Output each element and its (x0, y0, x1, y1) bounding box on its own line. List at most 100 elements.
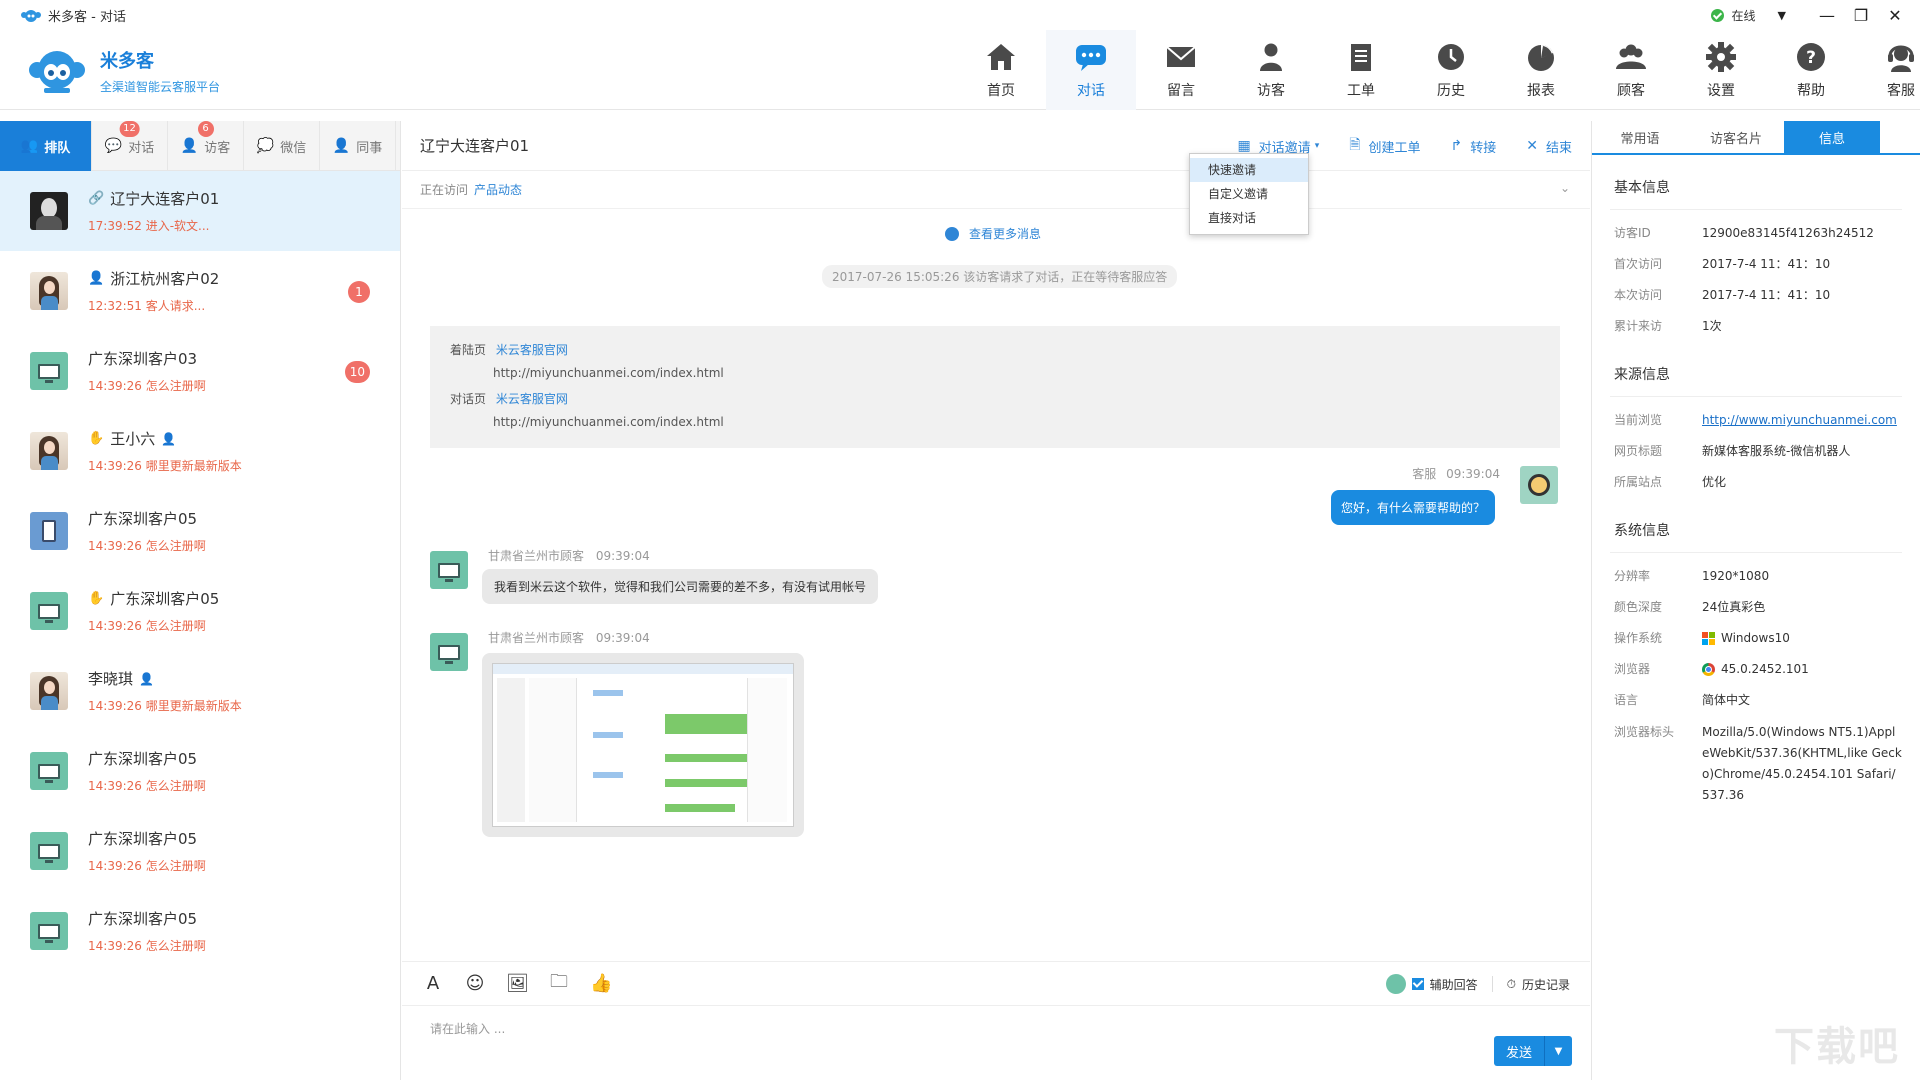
create-ticket-label: 创建工单 (1368, 140, 1421, 156)
info-row: 浏览器 45.0.2452.101 (1592, 654, 1920, 685)
chat-page-label: 对话页 (450, 392, 487, 406)
customer-item[interactable]: 广东深圳客户05 14:39:26 怎么注册啊 (0, 491, 400, 571)
tab-visitors[interactable]: 6 👤 访客 (168, 121, 244, 171)
nav-messages[interactable]: 留言 (1136, 30, 1226, 110)
tab-conversations[interactable]: 12 💬 对话 (92, 121, 168, 171)
chat-title: 辽宁大连客户01 (420, 137, 530, 155)
person-icon: 👤 (180, 138, 199, 154)
screenshot-thumbnail[interactable] (492, 663, 794, 827)
unread-badge: 1 (348, 281, 370, 303)
brand-tagline: 全渠道智能云客服平台 (100, 80, 221, 94)
info-key: 访客ID (1614, 226, 1651, 240)
nav-label: 报表 (1527, 83, 1555, 99)
menu-item-direct-chat[interactable]: 直接对话 (1190, 206, 1308, 230)
visitor-image-message[interactable] (482, 653, 804, 837)
info-row: 本次访问 2017-7-4 11：41：10 (1592, 280, 1920, 311)
info-value: 24位真彩色 (1702, 600, 1766, 614)
info-row: 累计来访 1次 (1592, 311, 1920, 342)
font-icon[interactable]: A (422, 973, 444, 994)
status-dropdown-icon[interactable]: ▼ (1778, 9, 1786, 22)
tab-visitor-card[interactable]: 访客名片 (1688, 121, 1784, 153)
customer-item[interactable]: ✋ 王小六 👤 14:39:26 哪里更新最新版本 (0, 411, 400, 491)
emoji-icon[interactable]: ☺ (464, 973, 486, 994)
image-icon[interactable]: 🖼 (506, 973, 529, 994)
customer-item[interactable]: ✋ 广东深圳客户05 14:39:26 怎么注册啊 (0, 571, 400, 651)
customer-item[interactable]: 广东深圳客户05 14:39:26 怎么注册啊 (0, 731, 400, 811)
agent-avatar (1520, 466, 1558, 504)
tab-colleagues[interactable]: 👤 同事 (320, 121, 396, 171)
nav-reports[interactable]: 报表 (1496, 30, 1586, 110)
assist-reply-checkbox[interactable] (1411, 978, 1424, 990)
assist-reply-label[interactable]: 辅助回答 (1430, 976, 1478, 993)
customer-avatar (30, 352, 68, 390)
nav-agent[interactable]: 客服 (1856, 30, 1920, 110)
nav-chat[interactable]: 对话 (1046, 30, 1136, 110)
tab-phrases[interactable]: 常用语 (1592, 121, 1688, 153)
customer-avatar (30, 592, 68, 630)
customer-item[interactable]: 👤 浙江杭州客户02 12:32:51 客人请求... 1 (0, 251, 400, 331)
nav-home[interactable]: 首页 (956, 30, 1046, 110)
home-icon (987, 44, 1015, 70)
agent-message-meta: 客服 09:39:04 (1412, 465, 1500, 482)
end-button[interactable]: ✕ 结束 (1526, 137, 1572, 156)
nav-customers[interactable]: 顾客 (1586, 30, 1676, 110)
visiting-page-link[interactable]: 产品动态 (474, 181, 522, 198)
customer-item[interactable]: 广东深圳客户03 14:39:26 怎么注册啊 10 (0, 331, 400, 411)
chat-page-title-link[interactable]: 米云客服官网 (496, 392, 568, 406)
info-row: 首次访问 2017-7-4 11：41：10 (1592, 249, 1920, 280)
nav-visitors[interactable]: 访客 (1226, 30, 1316, 110)
create-ticket-button[interactable]: 🗎 创建工单 (1349, 134, 1420, 158)
history-record-link[interactable]: 历史记录 (1522, 976, 1570, 993)
monitor-icon (38, 923, 60, 943)
info-value[interactable]: http://www.miyunchuanmei.com (1702, 405, 1920, 436)
nav-label: 客服 (1887, 83, 1915, 99)
online-status-label[interactable]: 在线 (1732, 7, 1756, 24)
visitor-message-meta: 甘肃省兰州市顾客 09:39:04 (488, 629, 650, 646)
chevron-down-icon[interactable]: ⌄ (1560, 181, 1570, 195)
customer-item[interactable]: 广东深圳客户05 14:39:26 怎么注册啊 (0, 891, 400, 971)
nav-label: 设置 (1707, 83, 1735, 99)
nav-settings[interactable]: 设置 (1676, 30, 1766, 110)
monitor-icon (38, 843, 60, 863)
customer-item[interactable]: 🔗 辽宁大连客户01 17:39:52 进入-软文... (0, 171, 400, 251)
pie-chart-icon (1528, 45, 1554, 71)
customer-item[interactable]: 广东深圳客户05 14:39:26 怎么注册啊 (0, 811, 400, 891)
queue-tabs: 👥 排队 12 💬 对话 6 👤 访客 💭 微信 👤 同事 (0, 121, 400, 171)
transfer-button[interactable]: ↱ 转接 (1451, 137, 1497, 156)
send-options-icon[interactable]: ▼ (1544, 1036, 1572, 1066)
tab-wechat[interactable]: 💭 微信 (244, 121, 320, 171)
message-input[interactable]: 请在此输入 ... 发送 ▼ (402, 1005, 1590, 1080)
minimize-button[interactable]: — (1810, 0, 1844, 30)
nav-help[interactable]: ? 帮助 (1766, 30, 1856, 110)
restore-button[interactable]: ❐ (1844, 0, 1878, 30)
customer-name: 王小六 (110, 430, 156, 448)
nav-tickets[interactable]: 工单 (1316, 30, 1406, 110)
nav-history[interactable]: 历史 (1406, 30, 1496, 110)
folder-icon[interactable]: 🗀 (548, 969, 570, 999)
nav-label: 帮助 (1797, 83, 1825, 99)
info-key: 操作系统 (1614, 631, 1663, 645)
landing-title-link[interactable]: 米云客服官网 (496, 343, 568, 357)
menu-item-custom-invite[interactable]: 自定义邀请 (1190, 182, 1308, 206)
info-value: 45.0.2452.101 (1702, 654, 1920, 685)
info-value: Mozilla/5.0(Windows NT5.1)AppleWebKit/53… (1702, 725, 1902, 802)
customer-item[interactable]: 李晓琪 👤 14:39:26 哪里更新最新版本 (0, 651, 400, 731)
visitor-name: 甘肃省兰州市顾客 (488, 549, 585, 563)
input-placeholder: 请在此输入 ... (430, 1022, 506, 1036)
landing-info-card: 着陆页 米云客服官网 http://miyunchuanmei.com/inde… (430, 326, 1560, 448)
more-messages-link[interactable]: 查看更多消息 (945, 225, 1041, 242)
chevron-down-icon: ▾ (1314, 141, 1320, 151)
send-button[interactable]: 发送 (1494, 1036, 1544, 1066)
app-logo-icon (21, 10, 41, 22)
info-value: 1次 (1702, 319, 1722, 333)
thumbs-up-icon[interactable]: 👍 (590, 973, 612, 994)
grid-icon: ▦ (1237, 138, 1251, 154)
phone-icon (42, 520, 56, 542)
count-badge: 6 (197, 121, 214, 137)
menu-item-quick-invite[interactable]: 快速邀请 (1190, 158, 1308, 182)
customer-last-message: 14:39:26 怎么注册啊 (88, 779, 206, 793)
tab-info[interactable]: 信息 (1784, 121, 1880, 153)
info-value: 2017-7-4 11：41：10 (1702, 288, 1831, 302)
tab-queue[interactable]: 👥 排队 (0, 121, 92, 171)
close-button[interactable]: ✕ (1878, 0, 1912, 30)
